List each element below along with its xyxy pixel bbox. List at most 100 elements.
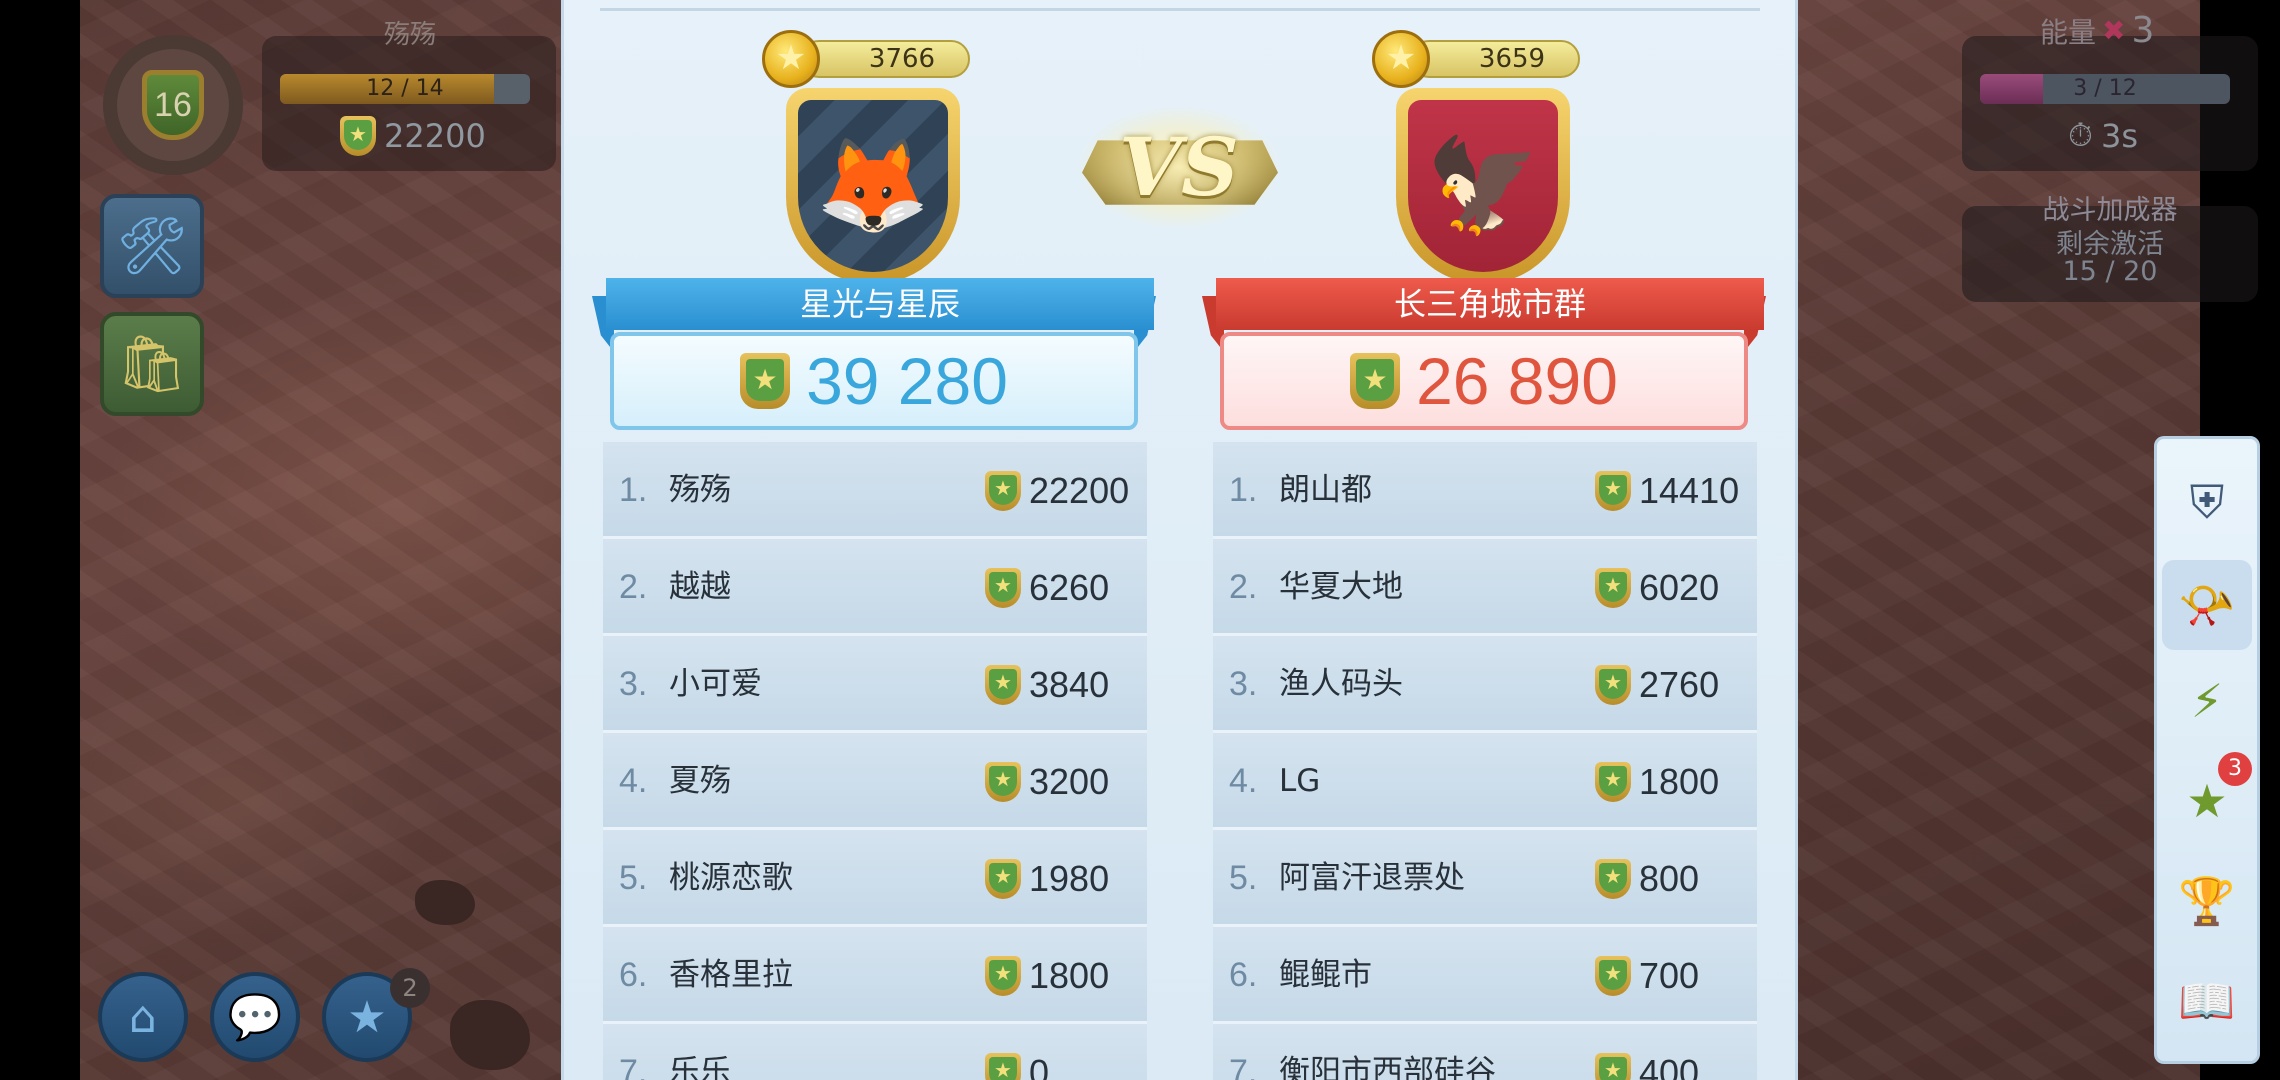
list-item[interactable]: 5. 阿富汗退票处 800 <box>1213 830 1757 927</box>
shopping-bag-icon: 🛍 <box>116 332 188 397</box>
member-name: 越越 <box>669 569 731 605</box>
lightning-card-icon: ⚡ <box>2190 674 2224 728</box>
member-score-group: 400 <box>1595 1024 1699 1080</box>
member-score: 1980 <box>1029 857 1110 899</box>
player-level-ring[interactable]: 16 <box>103 35 243 175</box>
member-rank: 7. <box>619 1053 648 1080</box>
trophy-shield-icon <box>985 858 1021 899</box>
member-rank: 2. <box>619 568 648 606</box>
member-rank: 5. <box>619 859 648 897</box>
player-level-badge: 16 <box>142 70 204 140</box>
member-name: 朗山都 <box>1279 472 1372 508</box>
member-score-group: 2760 <box>1595 636 1719 733</box>
player-trophy-value: 22200 <box>384 117 486 155</box>
xp-progress-text: 12 / 14 <box>366 76 444 101</box>
member-name: 殇殇 <box>669 472 731 508</box>
booster-card-button[interactable]: ⚡ <box>2162 656 2252 746</box>
list-item[interactable]: 3. 渔人码头 2760 <box>1213 636 1757 733</box>
home-icon: ⌂ <box>129 991 157 1043</box>
energy-cross-icon: ✖ <box>2102 14 2126 47</box>
member-score-group: 700 <box>1595 927 1699 1024</box>
member-rank: 1. <box>1229 471 1258 509</box>
list-item[interactable]: 1. 朗山都 14410 <box>1213 442 1757 539</box>
member-score-group: 6020 <box>1595 539 1719 636</box>
member-name: 夏殇 <box>669 763 731 799</box>
trophy-shield-icon <box>985 664 1021 705</box>
player-trophy-count: 22200 <box>340 116 486 156</box>
trophy-shield-icon <box>1595 761 1631 802</box>
trophy-shield-icon <box>1595 858 1631 899</box>
member-rank: 3. <box>619 665 648 703</box>
list-item[interactable]: 5. 桃源恋歌 1980 <box>603 830 1147 927</box>
list-item[interactable]: 1. 殇殇 22200 <box>603 442 1147 539</box>
trophy-shield-icon <box>340 116 376 156</box>
chat-button[interactable]: 💬 <box>210 972 300 1062</box>
member-score: 22200 <box>1029 469 1130 511</box>
member-score-group: 14410 <box>1595 442 1739 539</box>
trophy-button[interactable]: 🏆 <box>2162 856 2252 946</box>
chat-bubble-icon: 💬 <box>227 992 283 1043</box>
member-score: 14410 <box>1639 469 1740 511</box>
player-name: 殇殇 <box>383 20 436 50</box>
shop-bag-button[interactable]: 🛍 <box>100 312 204 416</box>
trophy-shield-icon <box>1595 955 1631 996</box>
stopwatch-icon: ⏱ <box>2068 116 2093 154</box>
left-team-coins: 3766 <box>800 40 970 78</box>
modal-top-divider <box>600 8 1760 11</box>
list-item[interactable]: 2. 华夏大地 6020 <box>1213 539 1757 636</box>
right-team-score-box: 26 890 <box>1220 332 1748 430</box>
member-score-group: 3840 <box>985 636 1109 733</box>
list-item[interactable]: 3. 小可爱 3840 <box>603 636 1147 733</box>
list-item[interactable]: 6. 香格里拉 1800 <box>603 927 1147 1024</box>
member-name: 衡阳市西部硅谷 <box>1279 1054 1496 1080</box>
rock-decoration <box>415 880 475 925</box>
member-rank: 4. <box>619 762 648 800</box>
member-rank: 3. <box>1229 665 1258 703</box>
trophy-shield-icon <box>1595 1052 1631 1080</box>
member-score: 6260 <box>1029 566 1110 608</box>
question-book-icon: 📖 <box>2178 973 2236 1028</box>
member-score: 0 <box>1029 1051 1050 1080</box>
member-rank: 6. <box>1229 956 1258 994</box>
member-score: 1800 <box>1639 760 1720 802</box>
member-score-group: 0 <box>985 1024 1049 1080</box>
star-icon: ★ <box>347 991 387 1043</box>
member-name: 香格里拉 <box>669 957 793 993</box>
league-button[interactable]: ⛨ <box>2162 458 2252 548</box>
trophy-shield-icon <box>740 353 791 409</box>
member-name: 渔人码头 <box>1279 666 1403 702</box>
member-name: 阿富汗退票处 <box>1279 860 1465 896</box>
left-team-name: 星光与星辰 <box>606 278 1154 330</box>
member-score: 3840 <box>1029 663 1110 705</box>
energy-label-row: 能量 ✖ 3 <box>2040 10 2154 51</box>
member-score-group: 800 <box>1595 830 1699 927</box>
member-rank: 1. <box>619 471 648 509</box>
energy-label: 能量 <box>2040 15 2097 49</box>
build-tools-button[interactable]: 🛠 <box>100 194 204 298</box>
help-book-button[interactable]: 📖 <box>2162 956 2252 1046</box>
trophy-shield-icon <box>1595 470 1631 511</box>
list-item[interactable]: 4. LG 1800 <box>1213 733 1757 830</box>
member-name: 乐乐 <box>669 1054 731 1080</box>
list-item[interactable]: 7. 乐乐 0 <box>603 1024 1147 1080</box>
list-item[interactable]: 7. 衡阳市西部硅谷 400 <box>1213 1024 1757 1080</box>
member-score-group: 1800 <box>1595 733 1719 830</box>
trophy-shield-icon <box>985 1052 1021 1080</box>
star-card-notification-badge: 3 <box>2218 752 2252 786</box>
trophy-shield-icon <box>1350 353 1401 409</box>
energy-progress-text: 3 / 12 <box>2073 76 2137 101</box>
clan-war-button[interactable]: 📯 <box>2162 560 2252 650</box>
member-rank: 2. <box>1229 568 1258 606</box>
league-shield-icon: ⛨ <box>2189 475 2225 529</box>
home-button[interactable]: ⌂ <box>98 972 188 1062</box>
coin-star-icon: ★ <box>1372 30 1430 88</box>
right-team-emblem: 🦅 <box>1396 88 1570 284</box>
list-item[interactable]: 6. 鲲鲲市 700 <box>1213 927 1757 1024</box>
trophy-shield-icon <box>985 567 1021 608</box>
list-item[interactable]: 2. 越越 6260 <box>603 539 1147 636</box>
left-team-score-box: 39 280 <box>610 332 1138 430</box>
list-item[interactable]: 4. 夏殇 3200 <box>603 733 1147 830</box>
member-rank: 4. <box>1229 762 1258 800</box>
horn-icon: 📯 <box>2178 577 2236 632</box>
trophy-shield-icon <box>1595 567 1631 608</box>
